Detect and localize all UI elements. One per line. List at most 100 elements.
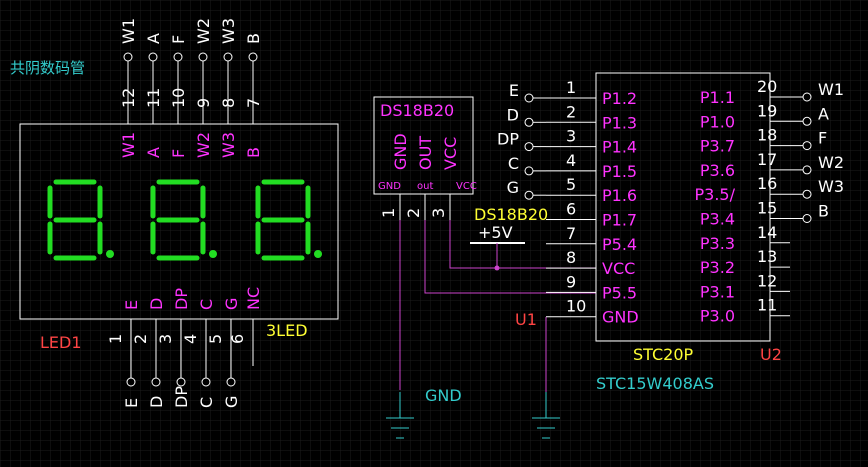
led-top-pin-name: W2 (194, 132, 213, 158)
mcu-pin-terminal[interactable] (802, 189, 812, 199)
led-top-pin-number: 10 (169, 88, 188, 108)
sensor-pin-number: 1 (379, 208, 398, 218)
mcu-pin-name: P3.1 (700, 282, 735, 301)
led-top-pin-terminal[interactable] (223, 52, 233, 62)
mcu-pin-number: 15 (757, 199, 777, 218)
mcu-pin-net-label: F (818, 129, 827, 148)
led-bottom-pin-name: G (222, 298, 241, 310)
mcu-pin-name: P3.5/ (695, 185, 736, 204)
mcu-pin-number: 8 (566, 248, 576, 267)
mcu-pin-name: P1.5 (602, 162, 637, 181)
led-bottom-pin-number: 5 (206, 334, 225, 344)
mcu-pin-name: P3.4 (700, 210, 735, 229)
mcu-pin-number: 3 (566, 127, 576, 146)
led-bottom-pin-number: 3 (156, 334, 175, 344)
mcu-pin-name: P3.6 (700, 161, 735, 180)
mcu-pin-net-label: W2 (818, 153, 844, 172)
mcu-pin-name: P5.5 (602, 283, 637, 302)
led-bottom-pin-net-label: C (197, 397, 216, 408)
led-bottom-pin-terminal[interactable] (151, 377, 161, 387)
sensor-pin-small-label: GND (378, 181, 401, 192)
mcu-pin-name: P3.0 (700, 307, 735, 326)
led-top-pin-terminal[interactable] (148, 52, 158, 62)
mcu-pin-name: P1.3 (602, 113, 637, 132)
mcu-pin-terminal[interactable] (802, 92, 812, 102)
mcu-pin-number: 1 (566, 78, 576, 97)
led-bottom-pin-terminal[interactable] (201, 377, 211, 387)
mcu-pin-net-label: A (818, 104, 829, 123)
segment-dp (106, 250, 114, 258)
mcu-pin-name: P1.7 (602, 211, 637, 230)
mcu-pin-number: 9 (566, 272, 576, 291)
mcu-pin-terminal[interactable] (524, 117, 534, 127)
mcu-pin-name: GND (602, 308, 639, 327)
led-top-pin-terminal[interactable] (198, 52, 208, 62)
mcu-model-label: STC15W408AS (596, 374, 714, 393)
net-label-ds18b20: DS18B20 (474, 205, 548, 224)
vcc-rail-label: +5V (478, 223, 513, 242)
mcu-pin-terminal[interactable] (802, 116, 812, 126)
mcu-pin-name: P3.3 (700, 234, 735, 253)
mcu-pin-net-label: B (818, 202, 829, 221)
led-chip-label: 共阴数码管 (10, 59, 85, 77)
mcu-part-label: STC20P (633, 345, 694, 364)
mcu-pin-net-label: D (507, 105, 519, 124)
led-top-pin-net-label: F (169, 35, 188, 44)
mcu-pin-terminal[interactable] (524, 166, 534, 176)
mcu-pin-name: P3.7 (700, 137, 735, 156)
led-bottom-pin-terminal[interactable] (226, 377, 236, 387)
mcu-pin-net-label: E (509, 81, 519, 100)
led-bottom-pin-net-label: D (147, 396, 166, 408)
sensor-title: DS18B20 (380, 101, 454, 120)
mcu-designator-left: U1 (515, 310, 537, 329)
led-top-pin-name: B (244, 147, 263, 158)
led-bottom-pin-number: 1 (106, 334, 125, 344)
led-top-pin-name: W1 (119, 132, 138, 158)
sensor-pin-name: GND (391, 133, 410, 170)
mcu-pin-terminal[interactable] (802, 165, 812, 175)
mcu-pin-terminal[interactable] (524, 190, 534, 200)
led-bottom-pin-net-label: DP (172, 386, 191, 408)
sensor-pin-name: VCC (441, 137, 460, 170)
mcu-pin-name: P1.2 (602, 89, 637, 108)
mcu-pin-name: P1.6 (602, 186, 637, 205)
mcu-pin-number: 20 (757, 77, 777, 96)
led-bottom-pin-name: E (122, 300, 141, 310)
mcu-pin-name: P1.1 (700, 88, 735, 107)
mcu-pin-name: P1.4 (602, 138, 637, 157)
led-bottom-pin-number: 6 (228, 334, 247, 344)
sensor-pin-small-label: out (417, 181, 433, 192)
led-top-pin-number: 12 (119, 88, 138, 108)
mcu-pin-net-label: W3 (818, 177, 844, 196)
mcu-pin-number: 17 (757, 150, 777, 169)
mcu-pin-terminal[interactable] (524, 142, 534, 152)
mcu-pin-terminal[interactable] (802, 214, 812, 223)
mcu-pin-number: 12 (757, 271, 777, 290)
sensor-pin-number: 3 (429, 208, 448, 218)
mcu-pin-number: 6 (566, 200, 576, 219)
sensor-pin-number: 2 (404, 208, 423, 218)
mcu-pin-number: 7 (566, 224, 576, 243)
led-bottom-pin-name: NC (244, 287, 263, 310)
led-top-pin-name: F (169, 149, 188, 158)
led-part-label: 3LED (266, 321, 308, 340)
led-top-pin-net-label: B (244, 33, 263, 44)
mcu-pin-number: 16 (757, 174, 777, 193)
led-top-pin-12: W1 12 W1 (119, 18, 138, 158)
led-top-pin-terminal[interactable] (248, 52, 258, 62)
led-bottom-pin-terminal[interactable] (176, 377, 186, 387)
mcu-pin-terminal[interactable] (802, 141, 812, 151)
led-top-pin-number: 11 (144, 88, 163, 108)
mcu-pin-number: 19 (757, 101, 777, 120)
mcu-pin-name: VCC (602, 259, 635, 278)
mcu-pin-number: 5 (566, 175, 576, 194)
mcu-pin-terminal[interactable] (524, 93, 534, 103)
sensor-pin-name: OUT (416, 136, 435, 170)
segment-dp (314, 250, 322, 258)
led-bottom-pin-name: DP (172, 288, 191, 310)
led-top-pin-terminal[interactable] (123, 52, 133, 62)
led-top-pin-terminal[interactable] (173, 52, 183, 62)
led-bottom-pin-terminal[interactable] (126, 377, 136, 387)
mcu-pin-number: 2 (566, 102, 576, 121)
mcu-pin-name: P3.2 (700, 258, 735, 277)
